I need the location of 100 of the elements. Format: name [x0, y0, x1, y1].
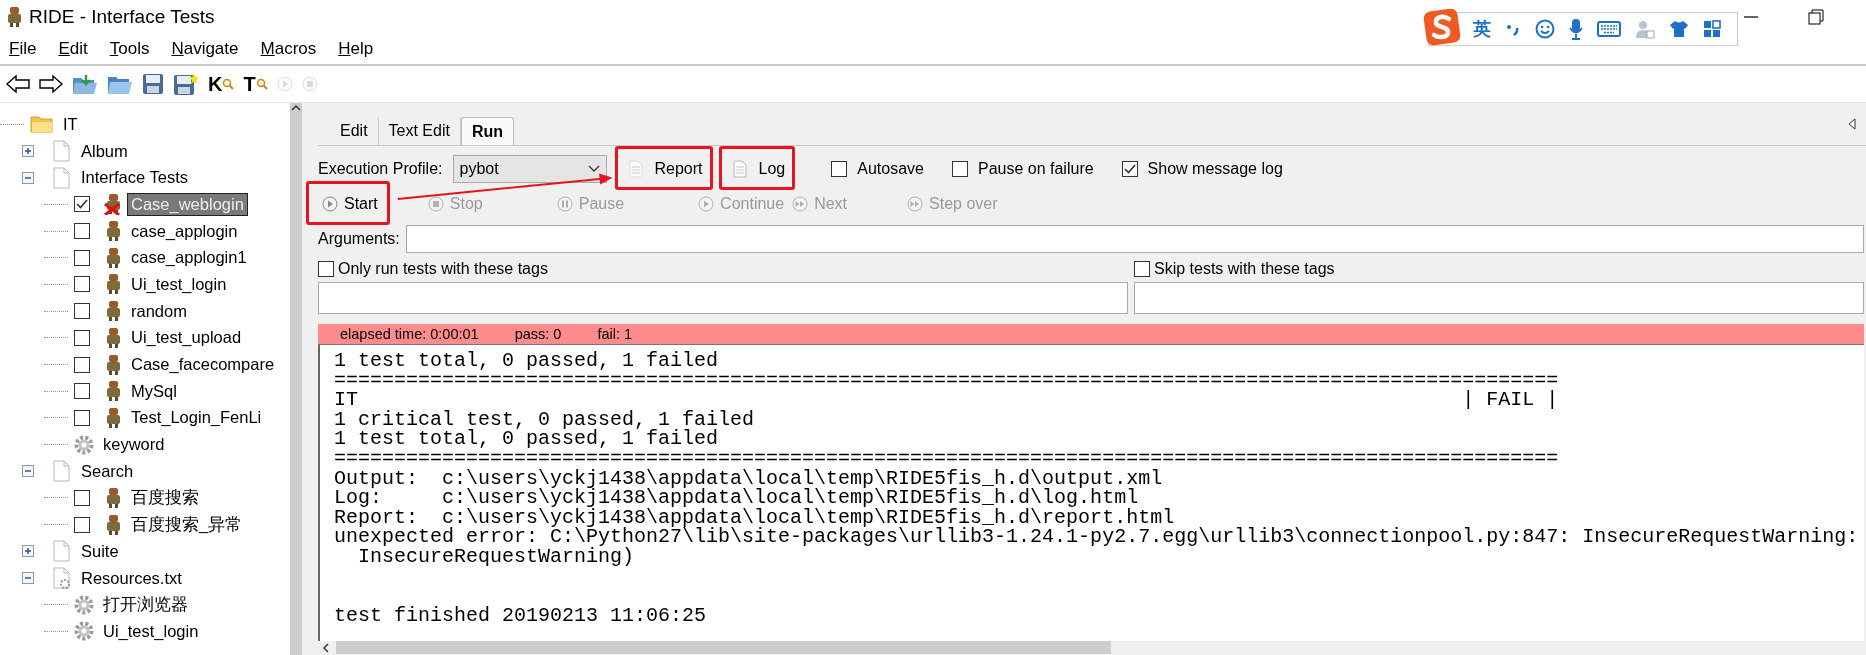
- checkbox[interactable]: [831, 161, 848, 177]
- stop-icon: [301, 76, 318, 92]
- collapse-icon[interactable]: [22, 572, 34, 585]
- checkbox-label: Only run tests with these tags: [338, 260, 548, 278]
- menu-item[interactable]: Macros: [260, 39, 317, 59]
- checkbox[interactable]: [74, 489, 90, 506]
- output-line: test finished 20190213 11:06:25: [334, 605, 708, 626]
- elapsed-time: elapsed time: 0:00:01: [340, 326, 479, 342]
- output-line: unexpected error: C:\Python27\lib\site-packages\urllib3-1.24.1-py2.7.egg\urllib3\connectionpool.py:847: InsecureRequestWarning:: [334, 527, 1860, 547]
- restore-icon: [1808, 9, 1824, 25]
- tree-item[interactable]: case_applogin1: [128, 247, 250, 269]
- tree-item[interactable]: 百度搜索_异常: [128, 512, 246, 537]
- tree-item[interactable]: Ui_test_login: [128, 273, 230, 295]
- report-button[interactable]: Report: [626, 156, 705, 182]
- smiley-icon: [1535, 19, 1555, 39]
- save-all-button[interactable]: [173, 72, 199, 96]
- play-icon: [276, 76, 293, 92]
- menu-item[interactable]: Help: [338, 39, 374, 59]
- document-icon: [52, 460, 72, 483]
- menu-item[interactable]: Edit: [58, 39, 88, 59]
- tree-item[interactable]: 百度搜索: [128, 485, 202, 510]
- tree-item[interactable]: Resources.txt: [78, 567, 185, 589]
- tree-item[interactable]: case_applogin: [128, 220, 241, 242]
- pass-count: pass: 0: [514, 326, 562, 342]
- keyboard-icon: [1597, 21, 1621, 37]
- checkbox[interactable]: [74, 329, 90, 346]
- document-icon: [52, 540, 72, 563]
- tree-item[interactable]: MySql: [128, 380, 180, 402]
- tags-field[interactable]: [1134, 282, 1864, 314]
- checkbox[interactable]: [74, 356, 90, 373]
- start-button[interactable]: Start: [318, 191, 382, 217]
- tags-field[interactable]: [318, 282, 1128, 314]
- back-button[interactable]: [6, 72, 30, 96]
- collapse-icon[interactable]: [22, 465, 34, 478]
- search-tests-button[interactable]: T: [243, 72, 268, 96]
- scroll-up-icon: [291, 103, 301, 113]
- tree-item[interactable]: Test_Login_FenLi: [128, 407, 265, 429]
- checkbox[interactable]: [74, 383, 90, 400]
- tree-item[interactable]: Search: [78, 460, 137, 482]
- checkmark-icon: [1123, 164, 1136, 174]
- collapse-icon[interactable]: [22, 171, 34, 184]
- menu-item[interactable]: Tools: [109, 39, 150, 59]
- checkbox[interactable]: [951, 161, 968, 177]
- field-label: Execution Profile:: [318, 160, 443, 178]
- input-mode-toggle[interactable]: 英: [1473, 17, 1491, 41]
- suite-verdict: | FAIL |: [1462, 390, 1559, 410]
- chevron-down-icon: [587, 165, 600, 173]
- checkbox-label: Pause on failure: [977, 160, 1094, 178]
- forward-button[interactable]: [39, 72, 63, 96]
- menu-item[interactable]: File: [9, 39, 37, 59]
- tree-item[interactable]: Ui_test_upload: [128, 327, 245, 349]
- suite-name: IT: [334, 390, 358, 410]
- checkbox[interactable]: [74, 223, 90, 240]
- magnifier-icon: [222, 78, 235, 90]
- output-line: Output: c:\users\yckj1438\appdata\local\temp\RIDE5fis_h.d\output.xml: [334, 468, 1164, 489]
- separator-line: ======================================================================================================: [334, 370, 1560, 391]
- tree-item[interactable]: Interface Tests: [78, 167, 191, 189]
- tree-item[interactable]: 打开浏览器: [100, 592, 191, 617]
- checkbox[interactable]: [74, 196, 90, 213]
- menu-item[interactable]: Navigate: [171, 39, 239, 59]
- tab[interactable]: Text Edit: [378, 117, 461, 145]
- tree-item[interactable]: IT: [60, 113, 81, 135]
- document-icon: [628, 160, 643, 178]
- tree-item[interactable]: random: [128, 300, 190, 322]
- checkmark-icon: [76, 199, 88, 210]
- profile-dropdown[interactable]: pybot: [452, 155, 607, 183]
- arguments-field[interactable]: [405, 225, 1864, 253]
- output-line: 1 test total, 0 passed, 1 failed: [334, 351, 720, 371]
- expand-icon[interactable]: [22, 145, 34, 158]
- tree-item[interactable]: keyword: [100, 434, 168, 456]
- log-button[interactable]: Log: [730, 156, 788, 182]
- scrollbar-thumb[interactable]: [336, 641, 1111, 654]
- tab[interactable]: Run: [460, 117, 515, 145]
- search-keywords-button[interactable]: K: [208, 72, 235, 96]
- checkbox[interactable]: [74, 249, 90, 266]
- scroll-left-icon: [322, 642, 330, 653]
- checkbox[interactable]: [1134, 261, 1150, 277]
- save-button[interactable]: [142, 72, 164, 96]
- checkbox[interactable]: [74, 303, 90, 320]
- checkbox[interactable]: [74, 409, 90, 426]
- open-suite-button[interactable]: [72, 72, 98, 96]
- output-line: InsecureRequestWarning): [358, 546, 635, 567]
- output-line: 1 critical test, 0 passed, 1 failed: [334, 409, 756, 430]
- tree-item[interactable]: Case_facecompare: [128, 354, 278, 376]
- pause-icon: [556, 196, 573, 212]
- checkbox[interactable]: [74, 276, 90, 293]
- expand-icon[interactable]: [22, 545, 34, 558]
- fast-forward-icon: [907, 196, 924, 212]
- tree-item[interactable]: Suite: [78, 540, 122, 562]
- separator-line: ======================================================================================================: [334, 448, 1560, 469]
- resource-file-icon: [52, 567, 72, 590]
- checkbox[interactable]: [1121, 161, 1138, 177]
- robot-icon: [5, 6, 23, 28]
- tree-item[interactable]: Case_weblogin: [128, 193, 247, 215]
- arrow-left-icon: [6, 74, 30, 94]
- tree-item[interactable]: Ui_test_login: [100, 620, 202, 642]
- tree-item[interactable]: Album: [78, 140, 131, 162]
- checkbox[interactable]: [74, 516, 90, 533]
- tab[interactable]: Edit: [330, 117, 379, 145]
- checkbox[interactable]: [318, 261, 334, 277]
